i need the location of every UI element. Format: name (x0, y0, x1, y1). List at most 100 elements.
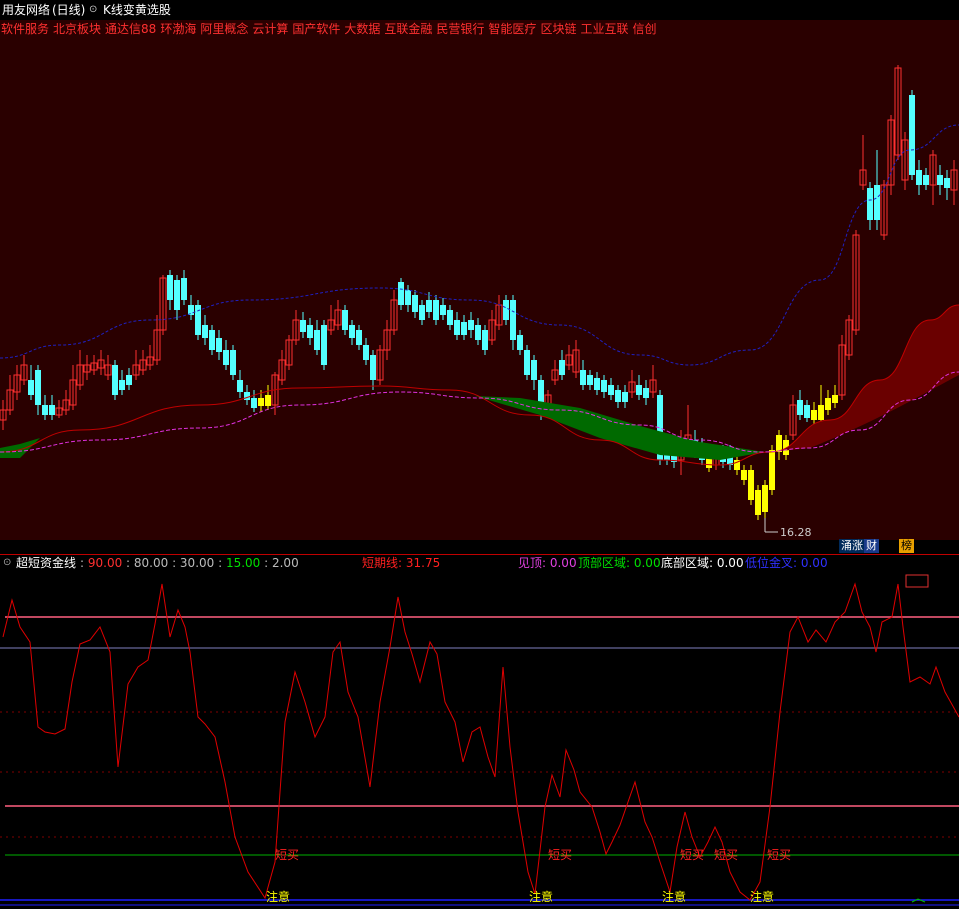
candle-body-down (42, 405, 48, 415)
candlestick-chart[interactable]: 16.28 (0, 20, 959, 540)
candle-body-down (237, 380, 243, 392)
candle-body-down (601, 380, 607, 392)
candle-body-down (503, 300, 509, 320)
short-buy-signal: 短买 (548, 848, 572, 862)
indicator-chart[interactable]: 短买 短买 短买 短买 短买注意 注意 注意 注意 (0, 572, 959, 909)
candle-body-down (643, 388, 649, 398)
concept-tag[interactable]: 北京板块 (53, 22, 101, 36)
candle-body-down (587, 375, 593, 385)
concept-tag[interactable]: 信创 (632, 22, 656, 36)
candle-body-down (944, 178, 950, 188)
concept-tag[interactable]: 工业互联 (580, 22, 628, 36)
concept-tag[interactable]: 通达信88 (105, 22, 156, 36)
low-price-label: 16.28 (780, 526, 812, 539)
dropdown-icon[interactable]: ⊙ (89, 3, 97, 17)
attention-signal: 注意 (662, 889, 686, 904)
indicator-bg (0, 572, 959, 909)
indicator-param: 80.00 (133, 556, 173, 570)
candle-body-down (209, 330, 215, 350)
concept-tag[interactable]: 云计算 (252, 22, 288, 36)
candle-body-down (608, 385, 614, 395)
candle-body-down (923, 175, 929, 185)
candle-body-down (636, 385, 642, 395)
concept-tag[interactable]: 区块链 (540, 22, 576, 36)
candle-body-down (370, 355, 376, 380)
bang-button[interactable]: 榜 (899, 539, 914, 553)
candle-body-down (762, 485, 768, 512)
candle-body-down (202, 325, 208, 338)
candle-body-down (356, 330, 362, 345)
title-bar: 用友网络 (日线) ⊙ K线变黄选股 (0, 0, 959, 20)
concept-tag[interactable]: 大数据 (344, 22, 380, 36)
candle-body-down (195, 305, 201, 335)
indicator-param: 30.00 (179, 556, 219, 570)
concept-tag[interactable]: 互联金融 (384, 22, 432, 36)
short-line-value: 短期线: 31.75 (362, 556, 441, 570)
candle-body-down (755, 490, 761, 515)
zhang-button[interactable]: 涌涨 (839, 539, 865, 553)
short-buy-signal: 短买 (714, 848, 738, 862)
candle-body-down (167, 275, 173, 300)
short-buy-signal: 短买 (275, 848, 299, 862)
concept-tag[interactable]: 阿里概念 (200, 22, 248, 36)
candle-body-down (35, 370, 41, 405)
period-label[interactable]: (日线) (52, 3, 85, 17)
see-top-value: 见顶: 0.00 (518, 556, 577, 570)
candle-body-down (797, 400, 803, 415)
short-buy-signal: 短买 (680, 848, 704, 862)
indicator-param: 90.00 (87, 556, 127, 570)
candle-body-down (454, 320, 460, 335)
candle-body-down (559, 360, 565, 375)
bottom-zone-value: 底部区域: 0.00 (661, 556, 744, 570)
candle-body-down (741, 470, 747, 480)
cai-button[interactable]: 财 (864, 539, 879, 553)
candle-body-down (594, 378, 600, 390)
candle-body-down (461, 322, 467, 335)
candle-body-down (398, 282, 404, 305)
stock-name[interactable]: 用友网络 (2, 3, 50, 17)
candle-body-down (174, 280, 180, 310)
candle-body-down (28, 380, 34, 395)
indicator-param: 2.00 (271, 556, 299, 570)
indicator-name[interactable]: 超短资金线 (16, 555, 76, 571)
concept-tag[interactable]: 民营银行 (436, 22, 484, 36)
candle-body-down (433, 300, 439, 320)
candle-body-down (804, 405, 810, 418)
candle-body-down (874, 185, 880, 220)
candle-body-down (349, 325, 355, 338)
candle-body-down (615, 390, 621, 402)
formula-name[interactable]: K线变黄选股 (103, 3, 171, 17)
candle-body-down (818, 405, 824, 420)
attention-signal: 注意 (529, 889, 553, 904)
candle-body-down (517, 335, 523, 350)
candle-body-down (119, 380, 125, 390)
concept-tag[interactable]: 软件服务 (1, 22, 49, 36)
candle-body-down (258, 398, 264, 406)
candle-body-down (181, 278, 187, 300)
candle-body-down (440, 305, 446, 315)
candle-body-down (867, 188, 873, 220)
candle-body-down (909, 95, 915, 175)
candle-body-down (363, 345, 369, 360)
candle-body-down (468, 320, 474, 330)
candle-body-down (188, 305, 194, 315)
candle-body-down (769, 450, 775, 490)
concept-tag[interactable]: 智能医疗 (488, 22, 536, 36)
candle-body-down (482, 330, 488, 350)
candle-body-down (832, 395, 838, 403)
candle-body-down (937, 175, 943, 185)
candle-body-down (419, 305, 425, 320)
candle-body-down (244, 392, 250, 400)
indicator-dropdown-icon[interactable]: ⊙ (3, 555, 11, 571)
candle-body-down (230, 350, 236, 375)
candle-body-down (251, 398, 257, 408)
attention-signal: 注意 (750, 889, 774, 904)
short-buy-signal: 短买 (767, 848, 791, 862)
concept-tag[interactable]: 环渤海 (160, 22, 196, 36)
low-golden-cross-value: 低位金叉: 0.00 (745, 556, 828, 570)
candle-body-down (126, 375, 132, 385)
indicator-param: 15.00 (225, 556, 265, 570)
concept-tag[interactable]: 国产软件 (292, 22, 340, 36)
candle-body-down (825, 398, 831, 410)
candle-body-down (510, 300, 516, 340)
